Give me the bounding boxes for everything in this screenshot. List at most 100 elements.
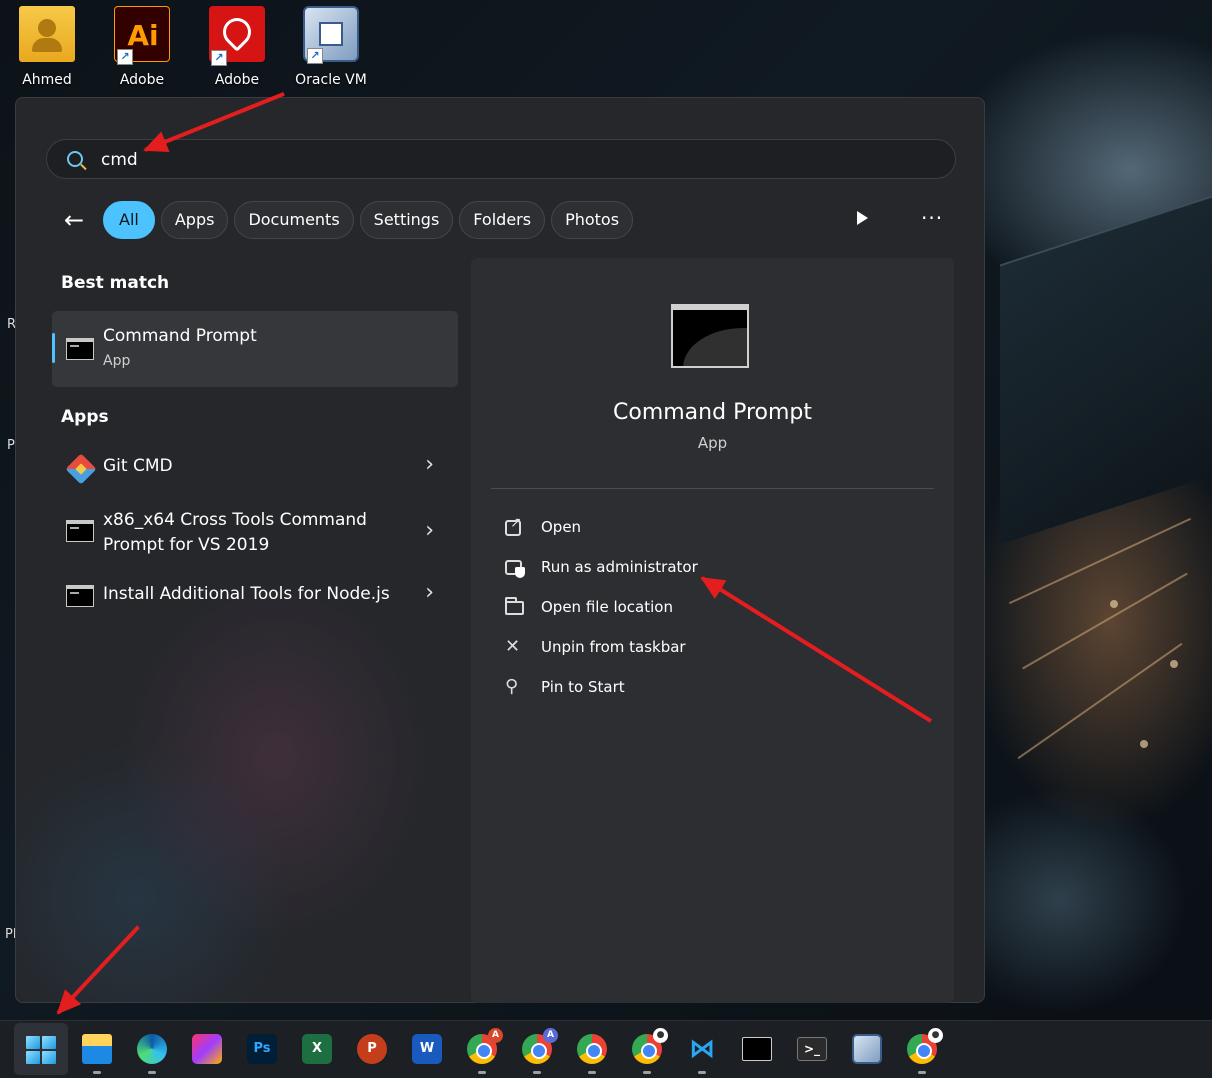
best-match-type: App bbox=[103, 353, 131, 369]
chevron-right-icon[interactable]: › bbox=[425, 580, 434, 605]
action-label: Run as administrator bbox=[541, 558, 698, 576]
open-icon bbox=[505, 515, 522, 536]
file-explorer-icon[interactable] bbox=[82, 1034, 112, 1064]
chrome-profile-icon[interactable]: A bbox=[467, 1028, 503, 1064]
wallpaper-circuit-board bbox=[1000, 195, 1212, 545]
person-icon: ● bbox=[653, 1028, 668, 1043]
apps-heading: Apps bbox=[61, 407, 109, 427]
action-label: Unpin from taskbar bbox=[541, 638, 686, 656]
chevron-right-icon[interactable]: › bbox=[425, 452, 434, 477]
action-open-file-location[interactable]: Open file location bbox=[505, 596, 705, 620]
chevron-right-icon[interactable]: › bbox=[425, 518, 434, 543]
photoshop-icon[interactable]: Ps bbox=[247, 1034, 277, 1064]
vscode-icon[interactable]: ⋈ bbox=[687, 1034, 717, 1064]
detail-type: App bbox=[697, 434, 728, 452]
app-result-node-tools[interactable]: Install Additional Tools for Node.js › bbox=[52, 576, 458, 616]
app-result-name-line2: Prompt for VS 2019 bbox=[103, 535, 270, 555]
filter-chip-apps[interactable]: Apps bbox=[160, 201, 229, 239]
git-icon bbox=[65, 453, 97, 485]
chrome-guest-icon[interactable]: ● bbox=[907, 1028, 943, 1064]
virtualbox-icon: ↗ bbox=[303, 6, 359, 64]
virtualbox-taskbar-icon[interactable] bbox=[852, 1034, 882, 1064]
edge-browser-icon[interactable] bbox=[137, 1034, 167, 1064]
search-input[interactable] bbox=[101, 148, 921, 172]
result-detail-pane: Command Prompt App Open Run as administr… bbox=[471, 258, 954, 1003]
action-unpin-from-taskbar[interactable]: ✕ Unpin from taskbar bbox=[505, 636, 705, 660]
filter-chip-photos[interactable]: Photos bbox=[551, 201, 634, 239]
back-arrow-icon[interactable]: ← bbox=[64, 205, 84, 235]
action-label: Open bbox=[541, 518, 582, 536]
action-open[interactable]: Open bbox=[505, 515, 705, 540]
search-box[interactable] bbox=[46, 139, 956, 179]
windows-logo-icon bbox=[26, 1036, 56, 1064]
app-result-git-cmd[interactable]: Git CMD › bbox=[52, 448, 458, 488]
running-indicator bbox=[643, 1071, 651, 1074]
command-prompt-large-icon bbox=[671, 304, 749, 368]
powerpoint-icon[interactable]: P bbox=[357, 1034, 387, 1064]
profile-badge: A bbox=[488, 1028, 503, 1043]
person-icon: ● bbox=[928, 1028, 943, 1043]
folder-icon bbox=[505, 597, 524, 615]
chrome-guest-icon[interactable]: ● bbox=[632, 1028, 668, 1064]
action-pin-to-start[interactable]: ⚲ Pin to Start bbox=[505, 676, 705, 700]
search-icon bbox=[67, 151, 83, 167]
app-result-name-line1: x86_x64 Cross Tools Command bbox=[103, 510, 367, 530]
desktop-icon-label: Adobe bbox=[214, 72, 260, 88]
command-prompt-icon bbox=[66, 520, 94, 542]
running-indicator bbox=[588, 1071, 596, 1074]
shortcut-arrow-icon: ↗ bbox=[211, 50, 227, 66]
desktop-icon-ahmed[interactable]: Ahmed bbox=[7, 6, 87, 88]
filter-chip-all[interactable]: All bbox=[103, 201, 155, 239]
desktop-icon-illustrator[interactable]: Ai ↗ Adobe bbox=[102, 6, 182, 88]
chrome-profile-icon[interactable]: A bbox=[522, 1028, 558, 1064]
detail-title: Command Prompt bbox=[613, 400, 812, 425]
filter-chip-documents[interactable]: Documents bbox=[234, 201, 354, 239]
selection-indicator bbox=[52, 333, 55, 363]
wallpaper-dot bbox=[1140, 740, 1148, 748]
wallpaper-dot bbox=[1170, 660, 1178, 668]
play-icon[interactable] bbox=[857, 211, 868, 225]
taskbar: Ps X P W A A ● ⋈ >_ ● bbox=[0, 1020, 1212, 1078]
desktop-icon-label: Adobe bbox=[119, 72, 165, 88]
profile-badge: A bbox=[543, 1028, 558, 1043]
filter-chip-folders[interactable]: Folders bbox=[459, 201, 546, 239]
action-label: Open file location bbox=[541, 598, 673, 616]
chrome-icon[interactable] bbox=[577, 1034, 607, 1064]
word-icon[interactable]: W bbox=[412, 1034, 442, 1064]
divider bbox=[491, 488, 934, 489]
running-indicator bbox=[93, 1071, 101, 1074]
filter-chip-settings[interactable]: Settings bbox=[359, 201, 454, 239]
shield-icon bbox=[505, 560, 525, 578]
action-run-as-administrator[interactable]: Run as administrator bbox=[505, 556, 725, 580]
app-result-name: Git CMD bbox=[103, 456, 173, 476]
running-indicator bbox=[478, 1071, 486, 1074]
start-button[interactable] bbox=[14, 1023, 68, 1075]
app-result-x86-x64-cross-tools[interactable]: x86_x64 Cross Tools Command Prompt for V… bbox=[52, 506, 458, 562]
desktop-icon-acrobat[interactable]: ↗ Adobe bbox=[197, 6, 277, 88]
desktop-icon-virtualbox[interactable]: ↗ Oracle VM bbox=[291, 6, 371, 88]
more-options-icon[interactable]: ··· bbox=[921, 206, 943, 230]
wallpaper-trace bbox=[1017, 642, 1183, 760]
shortcut-arrow-icon: ↗ bbox=[307, 48, 323, 64]
running-indicator bbox=[698, 1071, 706, 1074]
pin-icon: ⚲ bbox=[505, 676, 519, 697]
app-result-name: Install Additional Tools for Node.js bbox=[103, 584, 390, 604]
best-match-heading: Best match bbox=[61, 273, 170, 293]
best-match-command-prompt[interactable]: Command Prompt App bbox=[52, 311, 458, 387]
wallpaper-dot bbox=[1110, 600, 1118, 608]
excel-icon[interactable]: X bbox=[302, 1034, 332, 1064]
creative-cloud-icon[interactable] bbox=[192, 1034, 222, 1064]
desktop-edge-text: P bbox=[7, 438, 15, 453]
running-indicator bbox=[533, 1071, 541, 1074]
start-search-panel: ← All Apps Documents Settings Folders Ph… bbox=[15, 97, 985, 1003]
running-indicator bbox=[148, 1071, 156, 1074]
illustrator-icon: Ai ↗ bbox=[114, 6, 170, 65]
command-prompt-taskbar-icon[interactable] bbox=[742, 1037, 772, 1061]
unpin-icon: ✕ bbox=[505, 636, 521, 657]
best-match-name: Command Prompt bbox=[103, 326, 257, 346]
terminal-icon[interactable]: >_ bbox=[797, 1037, 827, 1061]
command-prompt-icon bbox=[66, 585, 94, 607]
command-prompt-icon bbox=[66, 338, 94, 360]
acrobat-icon: ↗ bbox=[209, 6, 265, 66]
action-label: Pin to Start bbox=[541, 678, 625, 696]
